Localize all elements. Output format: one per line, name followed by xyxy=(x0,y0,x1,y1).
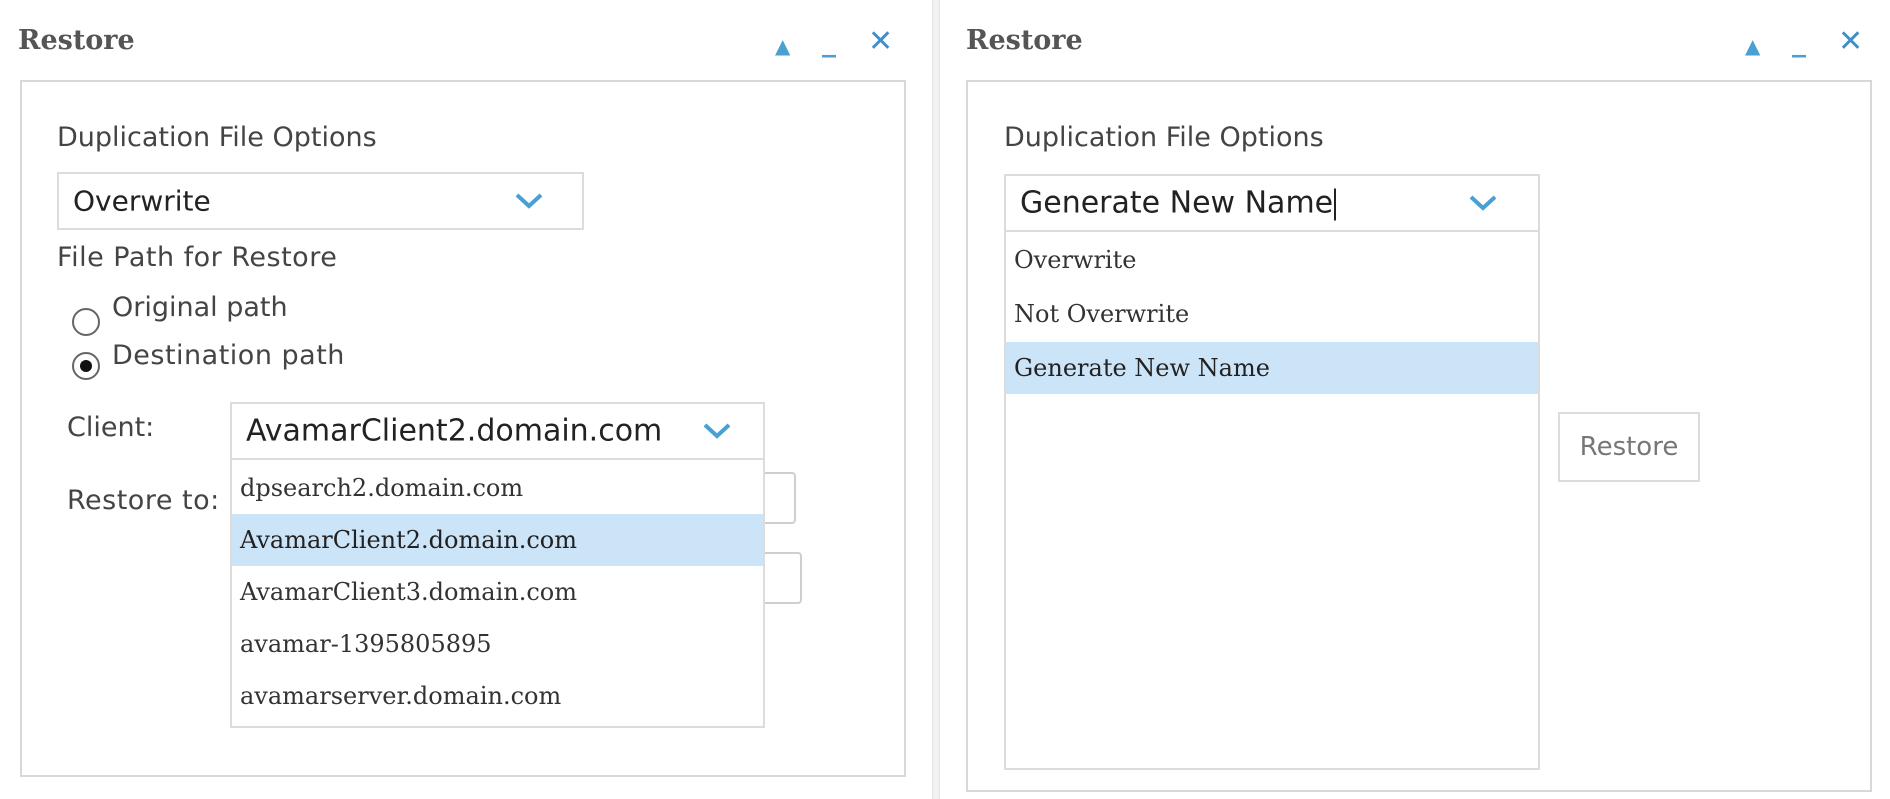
client-option[interactable]: AvamarClient3.domain.com xyxy=(232,566,763,618)
radio-original-path[interactable] xyxy=(72,308,100,336)
file-path-label: File Path for Restore xyxy=(57,242,338,273)
client-label: Client: xyxy=(67,412,155,443)
duplication-options-select[interactable]: Generate New Name xyxy=(1004,174,1540,232)
client-option[interactable]: avamarserver.domain.com xyxy=(232,670,763,722)
radio-destination-label: Destination path xyxy=(112,340,345,371)
duplication-options-label: Duplication File Options xyxy=(1004,122,1324,153)
client-option-selected[interactable]: AvamarClient2.domain.com xyxy=(232,514,763,566)
chevron-down-icon xyxy=(703,423,731,439)
restore-to-label: Restore to: xyxy=(67,485,220,516)
client-dropdown-list: dpsearch2.domain.com AvamarClient2.domai… xyxy=(230,458,765,728)
panel-body: Duplication File Options Generate New Na… xyxy=(966,80,1872,792)
close-icon[interactable]: ✕ xyxy=(868,26,893,58)
restore-panel-left: Restore ▲ _ ✕ Duplication File Options O… xyxy=(0,0,920,799)
minimize-icon[interactable]: _ xyxy=(822,26,836,58)
chevron-down-icon xyxy=(515,193,543,209)
duplication-options-value: Generate New Name xyxy=(1020,186,1337,221)
restore-panel-right: Restore ▲ _ ✕ Duplication File Options G… xyxy=(950,0,1890,799)
panel-body: Duplication File Options Overwrite File … xyxy=(20,80,906,777)
duplication-option[interactable]: Not Overwrite xyxy=(1006,288,1538,340)
radio-original-label: Original path xyxy=(112,292,288,323)
duplication-options-label: Duplication File Options xyxy=(57,122,377,153)
text-caret xyxy=(1334,188,1337,220)
duplication-options-select[interactable]: Overwrite xyxy=(57,172,584,230)
client-option[interactable]: dpsearch2.domain.com xyxy=(232,462,763,514)
collapse-icon[interactable]: ▲ xyxy=(1745,30,1760,62)
client-select[interactable]: AvamarClient2.domain.com xyxy=(230,402,765,460)
client-option[interactable]: avamar-1395805895 xyxy=(232,618,763,670)
radio-destination-path[interactable] xyxy=(72,352,100,380)
client-select-value: AvamarClient2.domain.com xyxy=(246,413,663,449)
duplication-options-value: Overwrite xyxy=(73,184,211,218)
duplication-option[interactable]: Overwrite xyxy=(1006,234,1538,286)
minimize-icon[interactable]: _ xyxy=(1792,26,1806,58)
radio-selected-dot xyxy=(80,360,92,372)
collapse-icon[interactable]: ▲ xyxy=(775,30,790,62)
duplication-dropdown-list: Overwrite Not Overwrite Generate New Nam… xyxy=(1004,230,1540,770)
panel-title: Restore xyxy=(966,25,1083,56)
panel-title: Restore xyxy=(18,25,135,56)
close-icon[interactable]: ✕ xyxy=(1838,26,1863,58)
restore-button[interactable]: Restore xyxy=(1558,412,1700,482)
panel-divider xyxy=(932,0,940,799)
chevron-down-icon xyxy=(1469,195,1497,211)
duplication-option-selected[interactable]: Generate New Name xyxy=(1006,342,1538,394)
